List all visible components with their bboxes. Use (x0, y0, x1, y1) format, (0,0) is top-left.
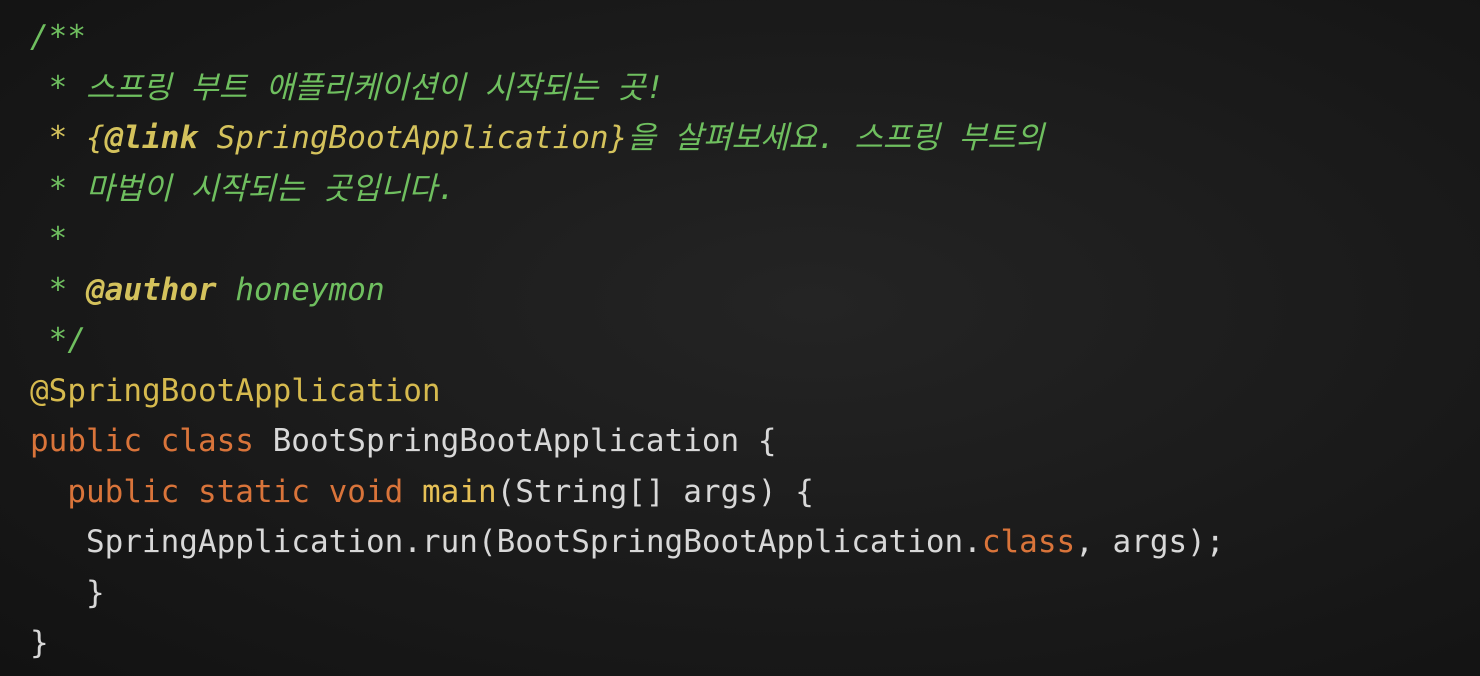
javadoc-line-2: * {@link SpringBootApplication}을 살펴보세요. … (30, 113, 1480, 164)
javadoc-open-text: /** (30, 19, 86, 55)
run-call: SpringApplication.run(BootSpringBootAppl… (30, 524, 982, 560)
run-call-line: SpringApplication.run(BootSpringBootAppl… (30, 517, 1480, 568)
keyword-void: void (309, 473, 404, 510)
javadoc-line-4: * (30, 214, 1480, 265)
class-declaration-line: public class BootSpringBootApplication { (30, 416, 1480, 467)
keyword-class-literal: class (981, 524, 1076, 560)
keyword-class: class (141, 423, 254, 459)
javadoc-author-tag: @author (86, 271, 217, 308)
keyword-public-main: public (67, 473, 180, 510)
spring-boot-annotation: @SpringBootApplication (30, 372, 441, 409)
method-name-main: main (403, 473, 497, 510)
javadoc-line-2-prefix: * { (30, 120, 105, 156)
javadoc-close: */ (30, 315, 1480, 366)
javadoc-line-1-text: * 스프링 부트 애플리케이션이 시작되는 곳! (30, 69, 665, 106)
javadoc-author-prefix: * (30, 271, 86, 308)
annotation-line: @SpringBootApplication (30, 366, 1480, 417)
javadoc-link-tag: @link (104, 120, 198, 156)
main-method-line: public static void main(String[] args) { (30, 467, 1480, 518)
keyword-static: static (179, 473, 310, 510)
javadoc-open: /** (30, 12, 1480, 63)
class-name: BootSpringBootApplication { (253, 423, 777, 459)
javadoc-line-3-text: * 마법이 시작되는 곳입니다. (30, 170, 456, 207)
javadoc-author-line: * @author honeymon (30, 265, 1480, 316)
run-args: , args); (1075, 524, 1225, 560)
main-params: (String[] args) { (496, 473, 814, 510)
javadoc-line-1: * 스프링 부트 애플리케이션이 시작되는 곳! (30, 63, 1480, 114)
javadoc-line-3: * 마법이 시작되는 곳입니다. (30, 164, 1480, 215)
class-close-brace: } (30, 625, 49, 661)
class-close-line: } (30, 618, 1480, 669)
main-indent (30, 474, 67, 510)
javadoc-author-name: honeymon (216, 271, 385, 308)
code-editor[interactable]: /** * 스프링 부트 애플리케이션이 시작되는 곳! * {@link Sp… (0, 0, 1480, 676)
javadoc-line-2-rest: 을 살펴보세요. 스프링 부트의 (627, 120, 1045, 156)
javadoc-close-text: */ (30, 322, 86, 358)
keyword-public: public (30, 423, 142, 459)
javadoc-link-ref: SpringBootApplication} (197, 120, 628, 156)
method-close-brace: } (30, 574, 105, 611)
method-close-line: } (30, 568, 1480, 619)
javadoc-line-4-text: * (30, 221, 68, 257)
